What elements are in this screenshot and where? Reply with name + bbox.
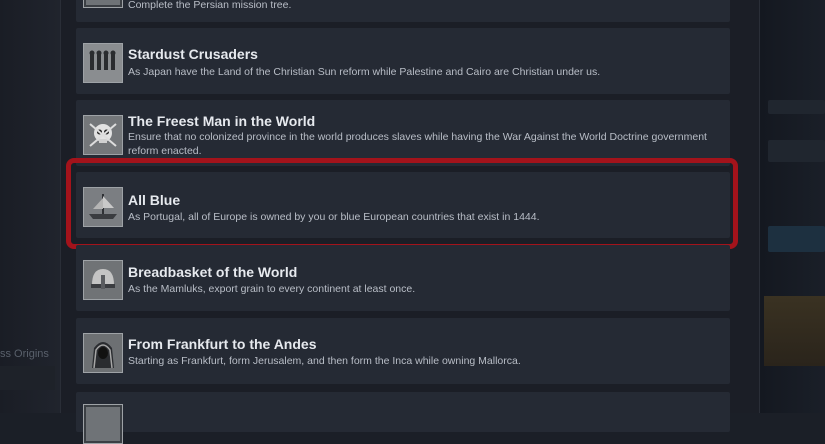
background-right-block: [768, 140, 825, 162]
achievement-row[interactable]: Complete the Persian mission tree.: [76, 0, 730, 22]
achievement-row[interactable]: Breadbasket of the World As the Mamluks,…: [76, 245, 730, 311]
highlight-box: [66, 158, 738, 249]
background-left-block: [0, 366, 55, 390]
achievement-desc: Ensure that no colonized province in the…: [128, 131, 707, 157]
skull-icon: [83, 115, 123, 155]
achievement-title: From Frankfurt to the Andes: [128, 336, 317, 352]
background-right-block: [768, 226, 825, 252]
achievement-row[interactable]: Stardust Crusaders As Japan have the Lan…: [76, 28, 730, 94]
achievement-desc: Complete the Persian mission tree.: [128, 0, 292, 11]
achievement-desc: Starting as Frankfurt, form Jerusalem, a…: [128, 355, 521, 367]
achievement-desc: As the Mamluks, export grain to every co…: [128, 283, 416, 295]
achievement-title: Stardust Crusaders: [128, 46, 258, 62]
achievement-title: The Freest Man in the World: [128, 113, 316, 129]
achievement-desc: As Japan have the Land of the Christian …: [128, 66, 601, 78]
background-right-thumbnail: [764, 296, 825, 366]
achievement-row[interactable]: The Freest Man in the World Ensure that …: [76, 100, 730, 166]
achievement-row[interactable]: From Frankfurt to the Andes Starting as …: [76, 318, 730, 384]
background-left-label: ss Origins: [0, 348, 49, 360]
achievement-title: Breadbasket of the World: [128, 264, 298, 280]
hooded-figure-icon: [83, 333, 123, 373]
background-right-block: [768, 100, 825, 114]
persian-icon: [83, 0, 123, 8]
crusaders-icon: [83, 43, 123, 83]
achievement-row[interactable]: [76, 392, 730, 444]
generic-achievement-icon: [83, 404, 123, 444]
helmet-icon: [83, 260, 123, 300]
